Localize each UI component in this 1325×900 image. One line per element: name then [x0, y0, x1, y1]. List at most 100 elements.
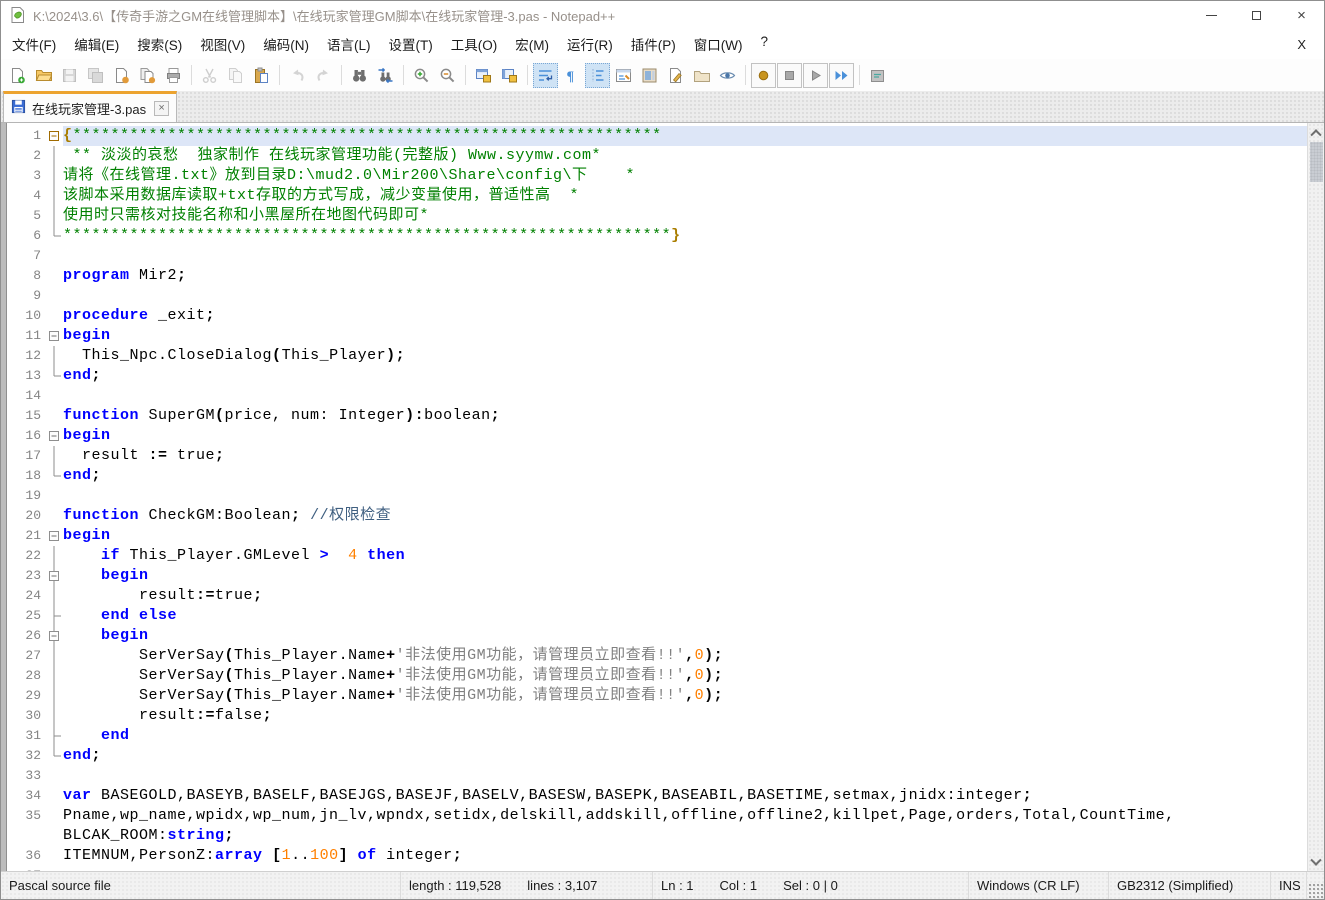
code-line[interactable]: BLCAK_ROOM:string;: [8, 826, 1307, 846]
code-text[interactable]: end: [63, 726, 1307, 746]
show-all-chars-icon[interactable]: ¶: [559, 63, 584, 88]
status-typing-mode[interactable]: INS: [1271, 872, 1307, 899]
code-line[interactable]: 19: [8, 486, 1307, 506]
line-number[interactable]: 13: [8, 366, 46, 386]
code-line[interactable]: 25 end else: [8, 606, 1307, 626]
vertical-scrollbar[interactable]: [1307, 123, 1324, 871]
code-text[interactable]: This_Npc.CloseDialog(This_Player);: [63, 346, 1307, 366]
code-line[interactable]: 21 begin: [8, 526, 1307, 546]
resize-grip[interactable]: [1308, 883, 1324, 899]
code-text[interactable]: [63, 386, 1307, 406]
code-line[interactable]: 1{**************************************…: [8, 126, 1307, 146]
code-text[interactable]: ITEMNUM,PersonZ:array [1..100] of intege…: [63, 846, 1307, 866]
code-line[interactable]: 31 end: [8, 726, 1307, 746]
code-text[interactable]: [63, 246, 1307, 266]
code-text[interactable]: var BASEGOLD,BASEYB,BASELF,BASEJGS,BASEJ…: [63, 786, 1307, 806]
find-icon[interactable]: [347, 63, 372, 88]
line-number[interactable]: [8, 826, 46, 846]
line-number[interactable]: 27: [8, 646, 46, 666]
code-text[interactable]: end;: [63, 366, 1307, 386]
line-number[interactable]: 5: [8, 206, 46, 226]
code-text[interactable]: function CheckGM:Boolean; //权限检查: [63, 506, 1307, 526]
code-text[interactable]: [63, 866, 1307, 871]
code-text[interactable]: begin: [63, 526, 1307, 546]
code-line[interactable]: 15function SuperGM(price, num: Integer):…: [8, 406, 1307, 426]
code-line[interactable]: 34var BASEGOLD,BASEYB,BASELF,BASEJGS,BAS…: [8, 786, 1307, 806]
maximize-button[interactable]: [1234, 1, 1279, 29]
function-list-icon[interactable]: [611, 63, 636, 88]
code-text[interactable]: SerVerSay(This_Player.Name+'非法使用GM功能，请管理…: [63, 646, 1307, 666]
line-number[interactable]: 9: [8, 286, 46, 306]
code-text[interactable]: program Mir2;: [63, 266, 1307, 286]
code-line[interactable]: 12 This_Npc.CloseDialog(This_Player);: [8, 346, 1307, 366]
code-text[interactable]: end;: [63, 466, 1307, 486]
code-line[interactable]: 11begin: [8, 326, 1307, 346]
zoom-out-icon[interactable]: [435, 63, 460, 88]
code-text[interactable]: {***************************************…: [63, 126, 1307, 146]
code-text[interactable]: begin: [63, 626, 1307, 646]
code-text[interactable]: ****************************************…: [63, 226, 1307, 246]
sync-scroll-h-icon[interactable]: [497, 63, 522, 88]
paste-icon[interactable]: [249, 63, 274, 88]
line-number[interactable]: 2: [8, 146, 46, 166]
code-text[interactable]: SerVerSay(This_Player.Name+'非法使用GM功能，请管理…: [63, 666, 1307, 686]
line-number[interactable]: 32: [8, 746, 46, 766]
line-number[interactable]: 33: [8, 766, 46, 786]
line-number[interactable]: 17: [8, 446, 46, 466]
code-line[interactable]: 7: [8, 246, 1307, 266]
code-text[interactable]: [63, 286, 1307, 306]
code-line[interactable]: 23 begin: [8, 566, 1307, 586]
code-line[interactable]: 18 end;: [8, 466, 1307, 486]
menu-item-edit[interactable]: 编辑(E): [65, 29, 128, 59]
code-line[interactable]: 10 procedure _exit;: [8, 306, 1307, 326]
code-line[interactable]: 33: [8, 766, 1307, 786]
line-number[interactable]: 31: [8, 726, 46, 746]
status-encoding[interactable]: GB2312 (Simplified): [1109, 872, 1271, 899]
code-line[interactable]: 20function CheckGM:Boolean; //权限检查: [8, 506, 1307, 526]
line-number[interactable]: 18: [8, 466, 46, 486]
code-line[interactable]: 2 ** 淡淡的哀愁 独家制作 在线玩家管理功能(完整版) Www.syymw.…: [8, 146, 1307, 166]
line-number[interactable]: 8: [8, 266, 46, 286]
macro-stop-icon[interactable]: [777, 63, 802, 88]
doc-map-icon[interactable]: [637, 63, 662, 88]
code-area[interactable]: 1{**************************************…: [8, 123, 1307, 871]
code-line[interactable]: 35Pname,wp_name,wpidx,wp_num,jn_lv,wpndx…: [8, 806, 1307, 826]
line-number[interactable]: 21: [8, 526, 46, 546]
line-number[interactable]: 26: [8, 626, 46, 646]
code-text[interactable]: if This_Player.GMLevel > 4 then: [63, 546, 1307, 566]
code-text[interactable]: result:=false;: [63, 706, 1307, 726]
line-number[interactable]: 4: [8, 186, 46, 206]
line-number[interactable]: 14: [8, 386, 46, 406]
menu-item-plugins[interactable]: 插件(P): [622, 29, 685, 59]
fold-collapse-icon[interactable]: [46, 126, 63, 146]
code-text[interactable]: result := true;: [63, 446, 1307, 466]
close-button[interactable]: ×: [1279, 1, 1324, 29]
code-line[interactable]: 30 result:=false;: [8, 706, 1307, 726]
fold-collapse-icon[interactable]: [46, 626, 63, 646]
status-eol-format[interactable]: Windows (CR LF): [969, 872, 1109, 899]
code-line[interactable]: 26 begin: [8, 626, 1307, 646]
code-line[interactable]: 27 SerVerSay(This_Player.Name+'非法使用GM功能，…: [8, 646, 1307, 666]
fold-collapse-icon[interactable]: [46, 526, 63, 546]
menu-item-macro[interactable]: 宏(M): [506, 29, 558, 59]
menu-item-file[interactable]: 文件(F): [3, 29, 65, 59]
minimize-button[interactable]: [1189, 1, 1234, 29]
code-text[interactable]: 请将《在线管理.txt》放到目录D:\mud2.0\Mir200\Share\c…: [63, 166, 1307, 186]
close-file-icon[interactable]: [109, 63, 134, 88]
code-line[interactable]: 24 result:=true;: [8, 586, 1307, 606]
code-line[interactable]: 4该脚本采用数据库读取+txt存取的方式写成，减少变量使用，普适性高 *: [8, 186, 1307, 206]
bookmark-margin[interactable]: [1, 123, 7, 871]
line-number[interactable]: 10: [8, 306, 46, 326]
code-line[interactable]: 13 end;: [8, 366, 1307, 386]
line-number[interactable]: 36: [8, 846, 46, 866]
code-line[interactable]: 8 program Mir2;: [8, 266, 1307, 286]
menu-item-run[interactable]: 运行(R): [558, 29, 622, 59]
doc-switcher-icon[interactable]: [663, 63, 688, 88]
menu-item-tools[interactable]: 工具(O): [442, 29, 507, 59]
tab-active[interactable]: 在线玩家管理-3.pas ×: [3, 91, 177, 122]
code-text[interactable]: procedure _exit;: [63, 306, 1307, 326]
fold-collapse-icon[interactable]: [46, 426, 63, 446]
code-text[interactable]: end;: [63, 746, 1307, 766]
line-number[interactable]: 29: [8, 686, 46, 706]
menu-item-view[interactable]: 视图(V): [191, 29, 254, 59]
